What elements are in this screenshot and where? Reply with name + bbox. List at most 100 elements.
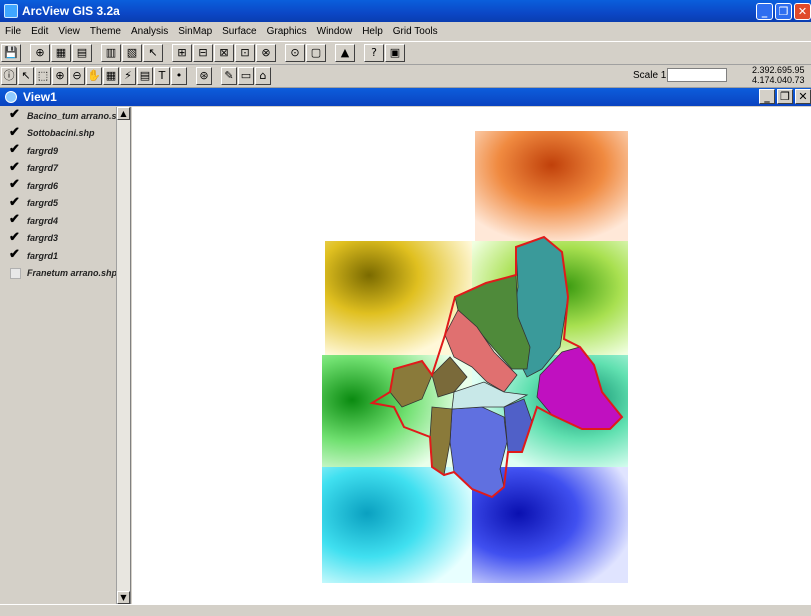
layer-name: Bacino_tum arrano.s... — [27, 110, 125, 121]
app-title-bar: ArcView GIS 3.2a _ ❐ ✕ — [0, 0, 811, 22]
tool-8-icon[interactable]: ⚡ — [120, 67, 136, 85]
arcview-globe-icon — [4, 4, 18, 18]
layer-visibility-checkbox[interactable] — [9, 177, 21, 192]
tool-11-icon[interactable]: • — [171, 67, 187, 85]
coordinate-y: 4.174.040.73 — [752, 75, 805, 85]
button-3-icon[interactable]: ▦ — [51, 44, 71, 62]
close-button[interactable]: ✕ — [794, 3, 811, 20]
status-bar — [0, 604, 811, 616]
toc-layer[interactable]: fargrd3 — [4, 230, 130, 248]
raster-fargrd3 — [322, 467, 472, 583]
tool-1-icon[interactable]: ⓘ — [1, 67, 17, 85]
scale-label: Scale 1: — [633, 70, 670, 81]
menu-view[interactable]: View — [53, 26, 85, 37]
view-window-title-bar: View1 _ ❐ ✕ — [0, 88, 811, 106]
toc-layer[interactable]: Bacino_tum arrano.s... — [4, 107, 130, 125]
menu-graphics[interactable]: Graphics — [262, 26, 312, 37]
menu-window[interactable]: Window — [312, 26, 358, 37]
toc-layer[interactable]: fargrd5 — [4, 195, 130, 213]
menu-grid-tools[interactable]: Grid Tools — [388, 26, 443, 37]
layer-visibility-checkbox[interactable] — [10, 267, 21, 279]
tool-15-icon[interactable]: ⌂ — [255, 67, 271, 85]
menu-analysis[interactable]: Analysis — [126, 26, 173, 37]
tool-13-icon[interactable]: ✎ — [221, 67, 237, 85]
tool-2-icon[interactable]: ↖ — [18, 67, 34, 85]
button-4-icon[interactable]: ▤ — [72, 44, 92, 62]
toc-layer[interactable]: fargrd9 — [4, 142, 130, 160]
table-of-contents: Bacino_tum arrano.s... Sottobacini.shp far… — [4, 107, 131, 604]
view-close-button[interactable]: ✕ — [795, 89, 811, 104]
tool-10-icon[interactable]: T — [154, 67, 170, 85]
layer-name: Franetum arrano.shp — [27, 268, 118, 279]
minimize-button[interactable]: _ — [756, 3, 773, 20]
layer-visibility-checkbox[interactable] — [9, 125, 21, 140]
button-1-icon[interactable]: 💾 — [1, 44, 21, 62]
layer-name: fargrd7 — [27, 163, 59, 174]
menu-surface[interactable]: Surface — [217, 26, 261, 37]
tool-6-icon[interactable]: ✋ — [86, 67, 102, 85]
tool-3-icon[interactable]: ⬚ — [35, 67, 51, 85]
menu-sinmap[interactable]: SinMap — [173, 26, 217, 37]
tool-4-icon[interactable]: ⊕ — [52, 67, 68, 85]
toc-layer[interactable]: Franetum arrano.shp — [4, 265, 130, 283]
map-display[interactable] — [132, 107, 811, 604]
scroll-up-arrow-icon[interactable]: ▲ — [117, 107, 130, 120]
view-title: View1 — [23, 90, 57, 104]
coordinate-x: 2.392.695.95 — [752, 65, 805, 75]
button-10-icon[interactable]: ⊠ — [214, 44, 234, 62]
toc-scrollbar[interactable]: ▲ ▼ — [116, 107, 130, 604]
button-17-icon[interactable]: ▣ — [385, 44, 405, 62]
tool-12-icon[interactable]: ⊛ — [196, 67, 212, 85]
button-12-icon[interactable]: ⊗ — [256, 44, 276, 62]
toc-layer[interactable]: Sottobacini.shp — [4, 125, 130, 143]
layer-name: fargrd4 — [27, 215, 59, 226]
button-15-icon[interactable]: ▲ — [335, 44, 355, 62]
button-7-icon[interactable]: ↖ — [143, 44, 163, 62]
scroll-down-arrow-icon[interactable]: ▼ — [117, 591, 130, 604]
layer-visibility-checkbox[interactable] — [9, 247, 21, 262]
menu-file[interactable]: File — [0, 26, 26, 37]
layer-visibility-checkbox[interactable] — [9, 107, 21, 122]
button-5-icon[interactable]: ▥ — [101, 44, 121, 62]
tool-5-icon[interactable]: ⊖ — [69, 67, 85, 85]
scale-input[interactable] — [667, 68, 727, 82]
menu-help[interactable]: Help — [357, 26, 388, 37]
button-13-icon[interactable]: ⊙ — [285, 44, 305, 62]
tool-bar: ⓘ ↖ ⬚ ⊕ ⊖ ✋ ▦ ⚡ ▤ T • ⊛ ✎ ▭ ⌂ Scale 1: 2.392.695.95 4.… — [0, 65, 811, 88]
menu-bar: File Edit View Theme Analysis SinMap Surface Gr… — [0, 22, 811, 42]
view-icon — [5, 91, 17, 103]
toc-layer[interactable]: fargrd1 — [4, 247, 130, 265]
layer-name: fargrd3 — [27, 233, 59, 244]
layer-name: fargrd9 — [27, 145, 59, 156]
toc-layer[interactable]: fargrd7 — [4, 160, 130, 178]
layer-name: Sottobacini.shp — [27, 128, 95, 139]
layer-visibility-checkbox[interactable] — [9, 142, 21, 157]
layer-name: fargrd5 — [27, 198, 59, 209]
button-2-icon[interactable]: ⊕ — [30, 44, 50, 62]
button-6-icon[interactable]: ▧ — [122, 44, 142, 62]
view-minimize-button[interactable]: _ — [759, 89, 775, 104]
button-8-icon[interactable]: ⊞ — [172, 44, 192, 62]
menu-edit[interactable]: Edit — [26, 26, 53, 37]
raster-fargrd9 — [475, 131, 628, 244]
coordinate-readout: 2.392.695.95 4.174.040.73 — [752, 65, 805, 85]
button-11-icon[interactable]: ⊡ — [235, 44, 255, 62]
tool-7-icon[interactable]: ▦ — [103, 67, 119, 85]
tool-14-icon[interactable]: ▭ — [238, 67, 254, 85]
map-canvas — [322, 131, 628, 583]
menu-theme[interactable]: Theme — [85, 26, 126, 37]
maximize-button[interactable]: ❐ — [775, 3, 792, 20]
tool-9-icon[interactable]: ▤ — [137, 67, 153, 85]
layer-visibility-checkbox[interactable] — [9, 195, 21, 210]
view-window-controls: _ ❐ ✕ — [759, 89, 811, 104]
layer-visibility-checkbox[interactable] — [9, 212, 21, 227]
button-16-icon[interactable]: ? — [364, 44, 384, 62]
layer-visibility-checkbox[interactable] — [9, 230, 21, 245]
button-bar: 💾 ⊕ ▦ ▤ ▥ ▧ ↖ ⊞ ⊟ ⊠ ⊡ ⊗ ⊙ ▢ ▲? ▣ — [0, 42, 811, 65]
view-restore-button[interactable]: ❐ — [777, 89, 793, 104]
button-9-icon[interactable]: ⊟ — [193, 44, 213, 62]
toc-layer[interactable]: fargrd4 — [4, 212, 130, 230]
button-14-icon[interactable]: ▢ — [306, 44, 326, 62]
layer-visibility-checkbox[interactable] — [9, 160, 21, 175]
toc-layer[interactable]: fargrd6 — [4, 177, 130, 195]
